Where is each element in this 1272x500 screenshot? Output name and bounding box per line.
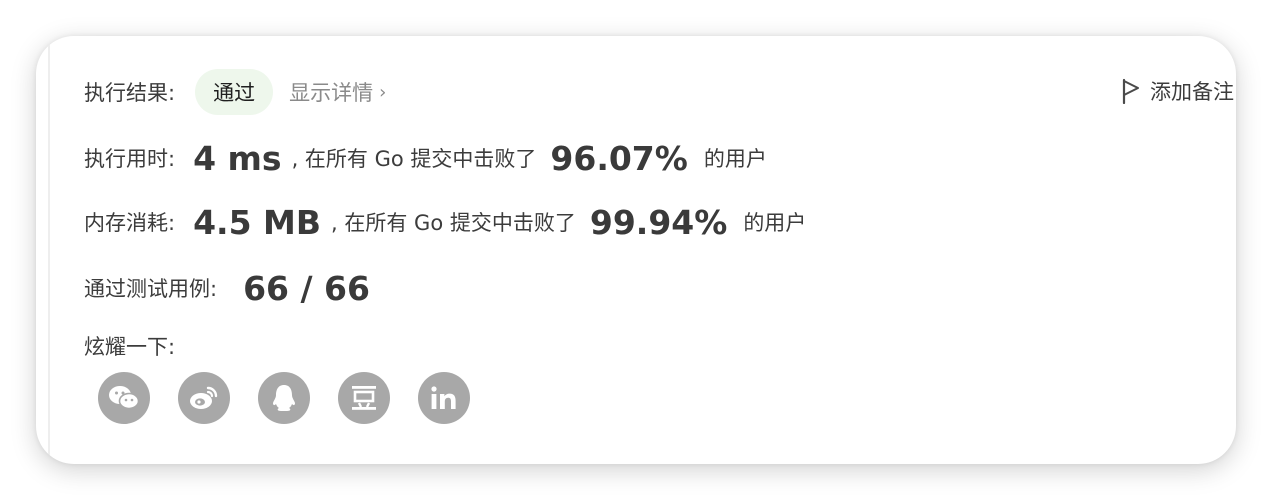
weibo-icon [190,386,218,409]
testcases-label: 通过测试用例: [84,277,218,301]
add-note-label: 添加备注 [1150,80,1234,104]
share-buttons [98,372,498,424]
card-left-rail [48,36,50,464]
runtime-suffix: 的用户 [703,147,767,171]
douban-share-button[interactable] [338,372,390,424]
result-row: 执行结果: 通过 显示详情 › [84,68,386,116]
submission-result-card: 执行结果: 通过 显示详情 › 添加备注 执行用时: 4 ms , 在所有 Go… [36,36,1236,464]
share-row: 炫耀一下: [84,328,175,364]
status-badge: 通过 [195,69,274,115]
add-note-button[interactable]: 添加备注 [1120,76,1234,106]
runtime-beat-text: , 在所有 Go 提交中击败了 [291,147,537,171]
runtime-label: 执行用时: [84,147,176,171]
runtime-percent: 96.07% [550,138,688,178]
show-details-link[interactable]: 显示详情 › [289,77,386,107]
wechat-icon [109,386,140,410]
chevron-right-icon: › [379,81,387,103]
testcases-row: 通过测试用例: 66 / 66 [84,264,370,312]
runtime-value: 4 ms [193,138,282,178]
qq-share-button[interactable] [258,372,310,424]
linkedin-icon [431,386,456,409]
flag-icon [1122,78,1139,104]
runtime-row: 执行用时: 4 ms , 在所有 Go 提交中击败了 96.07% 的用户 [84,134,767,182]
memory-row: 内存消耗: 4.5 MB , 在所有 Go 提交中击败了 99.94% 的用户 [84,198,806,246]
share-label: 炫耀一下: [84,335,176,359]
memory-beat-text: , 在所有 Go 提交中击败了 [331,211,576,235]
wechat-share-button[interactable] [98,372,150,424]
testcases-value: 66 / 66 [243,268,370,308]
memory-suffix: 的用户 [743,211,807,235]
memory-label: 内存消耗: [84,211,176,235]
memory-value: 4.5 MB [193,202,322,242]
memory-percent: 99.94% [589,202,728,242]
linkedin-share-button[interactable] [418,372,470,424]
result-label: 执行结果: [84,81,176,105]
weibo-share-button[interactable] [178,372,230,424]
douban-icon [352,386,376,410]
show-details-label: 显示详情 [289,81,374,105]
qq-icon [273,385,295,411]
